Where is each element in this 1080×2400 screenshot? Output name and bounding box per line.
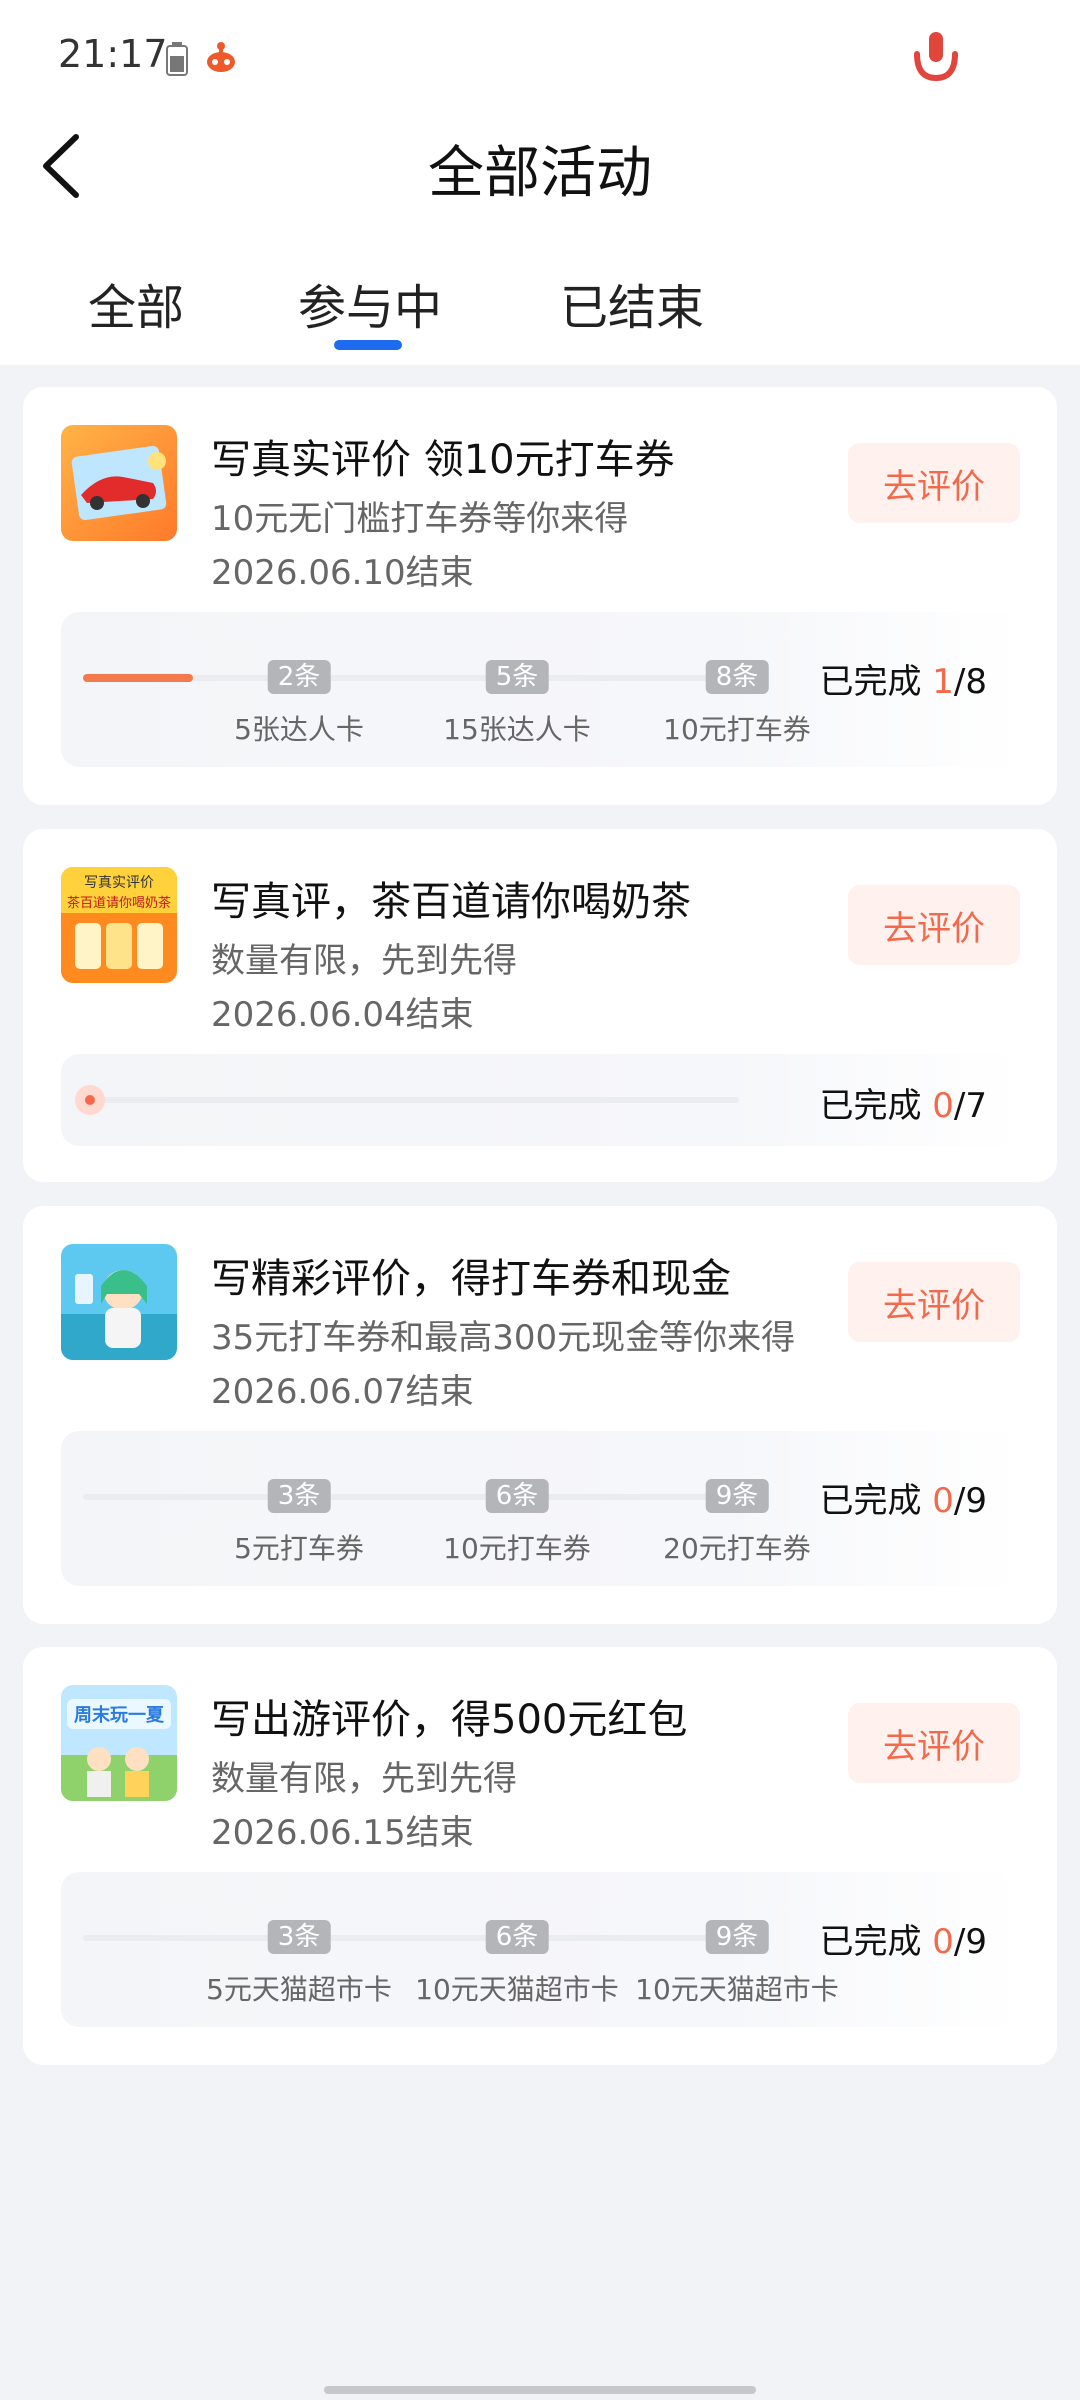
activity-thumbnail: 写真实评价茶百道请你喝奶茶 [61,867,177,983]
tab-all[interactable]: 全部 [88,268,184,338]
progress-start-dot [75,1085,105,1115]
progress-panel: 已完成 0/7 [61,1054,1019,1146]
page-title: 全部活动 [428,141,652,206]
go-review-button[interactable]: 去评价 [848,1703,1020,1783]
milestone-tag: 2条 [267,660,331,694]
mic-icon [908,28,964,88]
activity-end-date: 2026.06.15结束 [211,1813,474,1853]
home-indicator[interactable] [324,2386,756,2394]
completion-count: 已完成 1/8 [819,662,987,702]
activity-end-date: 2026.06.10结束 [211,553,474,593]
progress-track [83,1097,739,1103]
milestone-tag: 8条 [705,660,769,694]
tab-bar: 全部 参与中 已结束 [0,268,1080,358]
activity-title: 写出游评价，得500元红包 [211,1697,688,1743]
milestone-reward: 5元打车券 [234,1532,364,1565]
progress-panel: 2条 5条 8条 5张达人卡 15张达人卡 10元打车券 已完成 1/8 [61,612,1019,767]
activity-thumbnail [61,1244,177,1360]
milestone-reward: 5元天猫超市卡 [206,1973,392,2006]
milestone-tag: 3条 [267,1479,331,1513]
completion-count: 已完成 0/9 [819,1481,987,1521]
progress-panel: 3条 6条 9条 5元打车券 10元打车券 20元打车券 已完成 0/9 [61,1431,1019,1586]
progress-panel: 3条 6条 9条 5元天猫超市卡 10元天猫超市卡 10元天猫超市卡 已完成 0… [61,1872,1019,2027]
thumb-caption: 写真实评价 [84,875,154,891]
status-time: 21:17 [58,32,168,76]
activity-card: 写真实评价 领10元打车券 10元无门槛打车券等你来得 2026.06.10结束… [23,387,1057,805]
activity-title: 写真实评价 领10元打车券 [211,437,675,483]
progress-track [83,1494,739,1500]
activity-thumbnail [61,425,177,541]
activity-subtitle: 数量有限，先到先得 [211,941,517,981]
app-badge-icon [206,40,236,78]
tab-participating[interactable]: 参与中 [298,268,442,338]
activity-title: 写真评，茶百道请你喝奶茶 [211,879,691,925]
go-review-button[interactable]: 去评价 [848,1262,1020,1342]
milestone-reward: 10元打车券 [443,1532,591,1565]
milestone-tag: 9条 [705,1479,769,1513]
milestone-reward: 15张达人卡 [443,713,591,746]
activity-card: 周末玩一夏 写出游评价，得500元红包 数量有限，先到先得 2026.06.15… [23,1647,1057,2065]
top-bar: 21:17 全部活动 全部 参与中 已结束 [0,0,1080,365]
milestone-reward: 10元天猫超市卡 [635,1973,839,2006]
activity-subtitle: 35元打车券和最高300元现金等你来得 [211,1318,796,1358]
activity-card: 写精彩评价，得打车券和现金 35元打车券和最高300元现金等你来得 2026.0… [23,1206,1057,1624]
thumb-caption: 茶百道请你喝奶茶 [67,895,171,911]
activity-thumbnail: 周末玩一夏 [61,1685,177,1801]
activity-subtitle: 10元无门槛打车券等你来得 [211,499,629,539]
milestone-tag: 3条 [267,1920,331,1954]
activity-title: 写精彩评价，得打车券和现金 [211,1256,731,1302]
completion-count: 已完成 0/9 [819,1922,987,1962]
milestone-tag: 6条 [485,1479,549,1513]
thumb-caption: 周末玩一夏 [74,1704,165,1726]
go-review-button[interactable]: 去评价 [848,885,1020,965]
milestone-reward: 10元打车券 [663,713,811,746]
progress-fill [83,674,193,682]
milestone-tag: 9条 [705,1920,769,1954]
activity-end-date: 2026.06.04结束 [211,995,474,1035]
milestone-tag: 5条 [485,660,549,694]
tab-ended[interactable]: 已结束 [560,268,704,338]
milestone-reward: 5张达人卡 [234,713,364,746]
activity-card: 写真实评价茶百道请你喝奶茶 写真评，茶百道请你喝奶茶 数量有限，先到先得 202… [23,829,1057,1182]
milestone-tag: 6条 [485,1920,549,1954]
activity-end-date: 2026.06.07结束 [211,1372,474,1412]
activity-subtitle: 数量有限，先到先得 [211,1759,517,1799]
milestone-reward: 20元打车券 [663,1532,811,1565]
status-bar: 21:17 [0,0,1080,110]
completion-count: 已完成 0/7 [819,1086,987,1126]
battery-icon [166,42,188,80]
milestone-reward: 10元天猫超市卡 [415,1973,619,2006]
active-tab-indicator [334,340,402,350]
go-review-button[interactable]: 去评价 [848,443,1020,523]
progress-track [83,1935,739,1941]
